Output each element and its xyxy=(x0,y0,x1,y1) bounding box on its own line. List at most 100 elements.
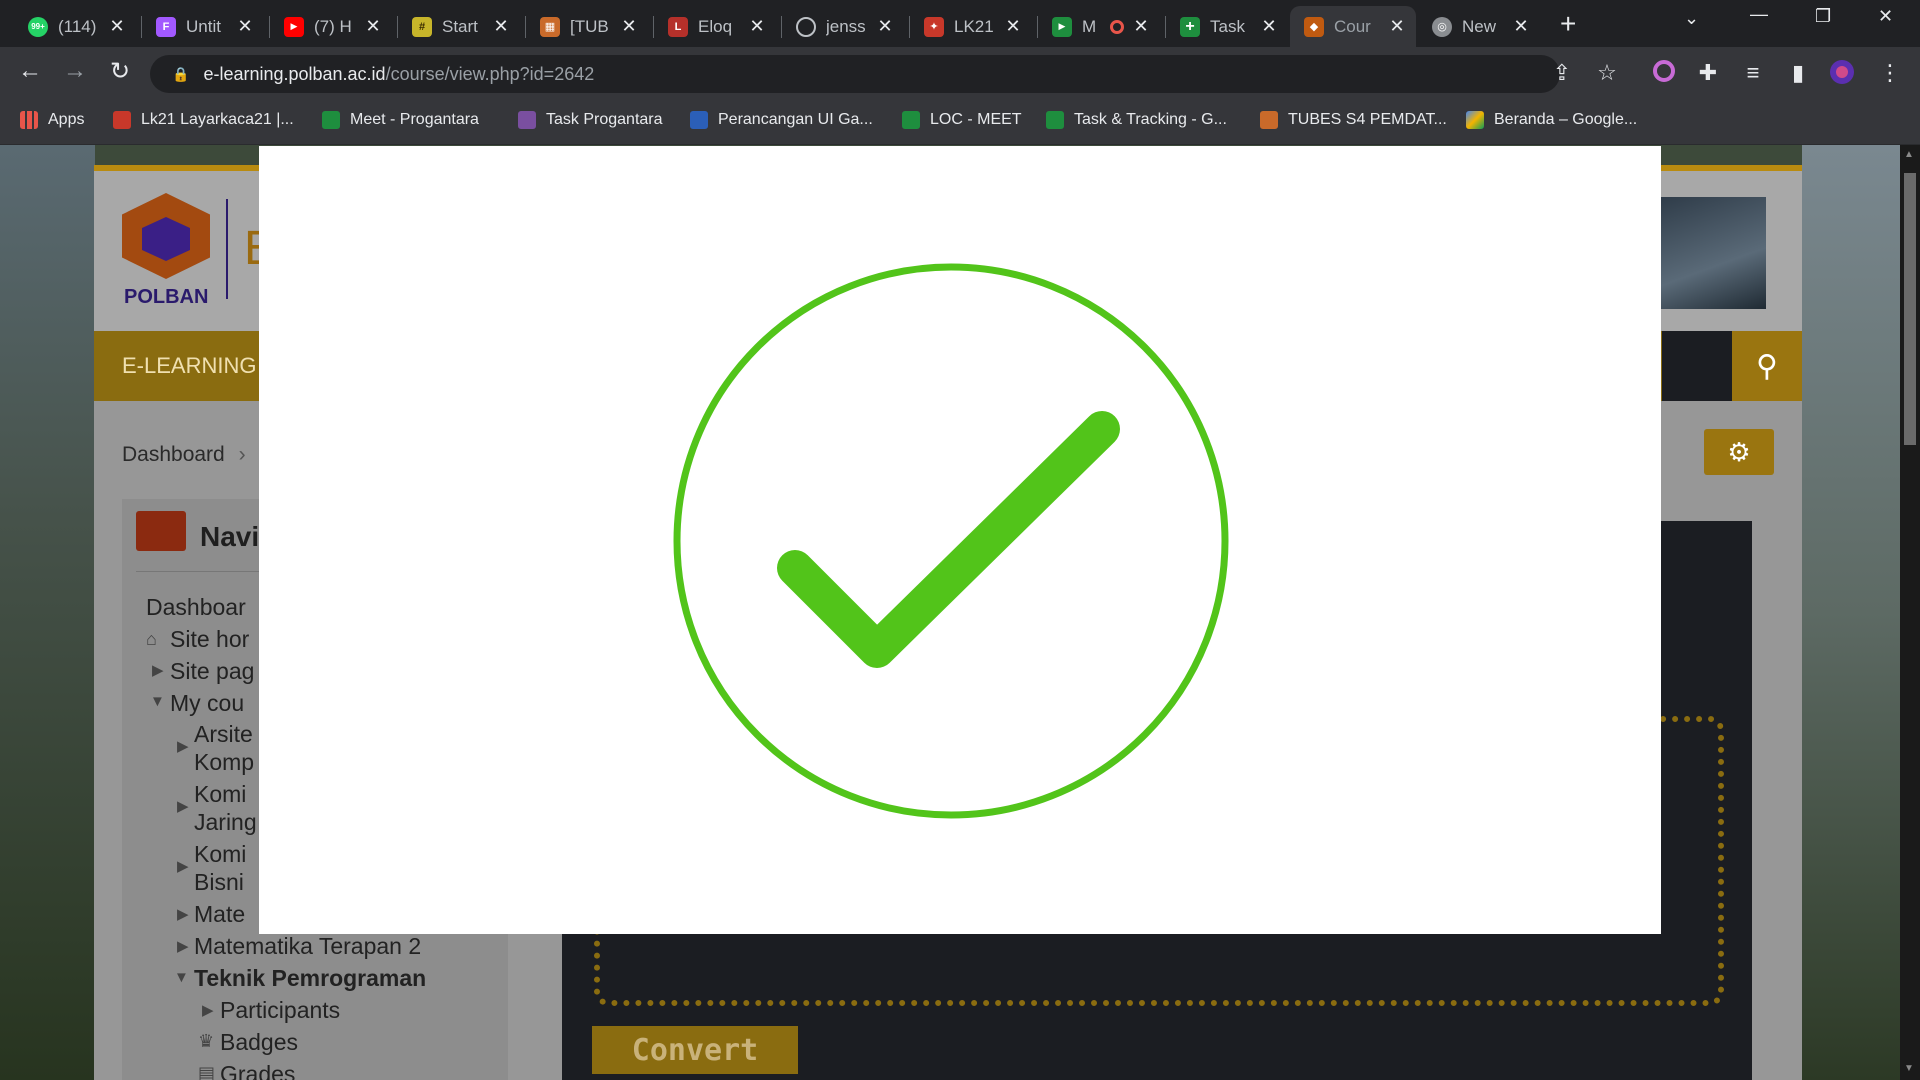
browser-tab[interactable]: ✦ LK21 ✕ xyxy=(910,6,1032,47)
bookmark-item[interactable]: Task & Tracking - G... xyxy=(1046,111,1227,129)
bookmark-item[interactable]: Task Progantara xyxy=(518,111,663,129)
minimize-button[interactable]: — xyxy=(1750,4,1768,25)
close-icon[interactable]: ✕ xyxy=(1132,16,1150,37)
bookmark-item[interactable]: Perancangan UI Ga... xyxy=(690,111,873,129)
caret-down-icon[interactable]: ▼ xyxy=(174,969,189,986)
close-icon[interactable]: ✕ xyxy=(1512,16,1530,37)
close-icon[interactable]: ✕ xyxy=(748,16,766,37)
bookmark-item[interactable]: TUBES S4 PEMDAT... xyxy=(1260,111,1447,129)
nav-item-participants[interactable]: Participants xyxy=(220,997,340,1024)
nav-item-grades[interactable]: Grades xyxy=(220,1061,295,1080)
background-photo xyxy=(1802,145,1900,1080)
nav-item-site-home[interactable]: Site hor xyxy=(170,626,249,653)
nav-item-dashboard[interactable]: Dashboar xyxy=(146,594,246,621)
browser-tab[interactable]: ◎ New ✕ xyxy=(1418,6,1540,47)
back-icon[interactable]: ← xyxy=(14,57,46,85)
success-check-icon xyxy=(673,263,1229,819)
close-icon[interactable]: ✕ xyxy=(1260,16,1278,37)
nav-item-course[interactable]: Arsite xyxy=(194,721,253,748)
profile-avatar[interactable] xyxy=(1828,59,1856,87)
gear-icon[interactable]: ⚙ xyxy=(1704,429,1774,475)
page-scrollbar[interactable]: ▲ ▼ xyxy=(1900,145,1920,1080)
polban-icon: ◆ xyxy=(1304,16,1324,37)
browser-tab[interactable]: F Untit ✕ xyxy=(142,6,264,47)
new-tab-button[interactable]: + xyxy=(1560,8,1576,40)
convert-button[interactable]: Convert xyxy=(592,1026,798,1074)
search-icon[interactable]: ⚲ xyxy=(1732,331,1802,401)
user-avatar[interactable] xyxy=(1654,197,1766,309)
nav-item-course[interactable]: Matematika Terapan 2 xyxy=(194,933,421,960)
bookmark-item[interactable]: Beranda – Google... xyxy=(1466,111,1637,129)
nav-item-course[interactable]: Komi xyxy=(194,841,246,868)
breadcrumb[interactable]: Dashboard › xyxy=(122,443,246,467)
nav-item-course[interactable]: Mate xyxy=(194,901,245,928)
recording-icon xyxy=(1110,19,1124,34)
tab-title: Eloq xyxy=(698,16,733,36)
extension-color-icon[interactable] xyxy=(1650,59,1678,87)
caret-right-icon[interactable]: ▶ xyxy=(177,857,189,875)
share-icon[interactable]: ⇪ xyxy=(1548,59,1576,87)
tab-search-icon[interactable]: ⌄ xyxy=(1684,8,1699,29)
scroll-thumb[interactable] xyxy=(1904,173,1916,445)
lk21-icon: ✦ xyxy=(924,16,944,37)
lock-icon[interactable]: 🔒 xyxy=(172,66,189,83)
caret-right-icon[interactable]: ▶ xyxy=(177,737,189,755)
url-path: /course/view.php?id=2642 xyxy=(385,63,595,84)
bookmark-item[interactable]: Meet - Progantara xyxy=(322,111,479,129)
close-icon[interactable]: ✕ xyxy=(108,16,126,37)
close-icon[interactable]: ✕ xyxy=(1388,16,1406,37)
menu-kebab-icon[interactable]: ⋮ xyxy=(1876,59,1904,87)
bookmark-item[interactable]: LOC - MEET xyxy=(902,111,1022,129)
address-bar[interactable]: 🔒 e-learning.polban.ac.id/course/view.ph… xyxy=(150,55,1560,93)
browser-tab[interactable]: ▶ M ✕ xyxy=(1038,6,1160,47)
breadcrumb-item[interactable]: Dashboard xyxy=(122,443,225,466)
browser-tab[interactable]: jenss ✕ xyxy=(782,6,904,47)
caret-right-icon[interactable]: ▶ xyxy=(177,797,189,815)
nav-item-current-course[interactable]: Teknik Pemrograman xyxy=(194,965,426,992)
browser-tab[interactable]: ▦ [TUB ✕ xyxy=(526,6,648,47)
tab-title: Cour xyxy=(1334,16,1371,36)
nav-item-badges[interactable]: Badges xyxy=(220,1029,298,1056)
scroll-down-icon[interactable]: ▼ xyxy=(1904,1063,1914,1074)
browser-tab[interactable]: # Start ✕ xyxy=(398,6,520,47)
caret-right-icon[interactable]: ▶ xyxy=(177,905,189,923)
extensions-puzzle-icon[interactable]: ✚ xyxy=(1694,59,1722,87)
browser-tab[interactable]: 99+ (114) ✕ xyxy=(14,6,136,47)
nav-item-course[interactable]: Bisni xyxy=(194,869,244,896)
scroll-up-icon[interactable]: ▲ xyxy=(1904,149,1914,160)
close-icon[interactable]: ✕ xyxy=(364,16,382,37)
grades-icon: ▤ xyxy=(198,1063,216,1080)
nav-item-my-courses[interactable]: My cou xyxy=(170,690,244,717)
forward-icon[interactable]: → xyxy=(59,57,91,85)
nav-item-course[interactable]: Komp xyxy=(194,749,254,776)
close-icon[interactable]: ✕ xyxy=(876,16,894,37)
browser-tab[interactable]: L Eloq ✕ xyxy=(654,6,776,47)
url-host: e-learning.polban.ac.id xyxy=(203,63,386,84)
caret-down-icon[interactable]: ▼ xyxy=(150,693,165,710)
reading-list-icon[interactable]: ≡ xyxy=(1739,59,1767,87)
restore-button[interactable]: ❐ xyxy=(1815,6,1831,27)
nav-item-course[interactable]: Jaring xyxy=(194,809,257,836)
nav-item-site-pages[interactable]: Site pag xyxy=(170,658,254,685)
close-icon[interactable]: ✕ xyxy=(236,16,254,37)
nav-item-course[interactable]: Komi xyxy=(194,781,246,808)
caret-right-icon[interactable]: ▶ xyxy=(177,937,189,955)
browser-tab[interactable]: + Task ✕ xyxy=(1166,6,1288,47)
caret-right-icon[interactable]: ▶ xyxy=(152,661,164,679)
navbar-brand[interactable]: E-LEARNING xyxy=(122,353,256,379)
close-window-button[interactable]: ✕ xyxy=(1878,6,1893,27)
bookmark-label: LOC - MEET xyxy=(930,111,1022,128)
side-panel-icon[interactable]: ▮ xyxy=(1784,59,1812,87)
bookmark-item[interactable]: Lk21 Layarkaca21 |... xyxy=(113,111,294,129)
bookmark-star-icon[interactable]: ☆ xyxy=(1593,59,1621,87)
close-icon[interactable]: ✕ xyxy=(492,16,510,37)
browser-tab[interactable]: ▶ (7) H ✕ xyxy=(270,6,392,47)
navbar-search-field[interactable] xyxy=(1662,331,1732,401)
close-icon[interactable]: ✕ xyxy=(1004,16,1022,37)
bookmark-apps[interactable]: Apps xyxy=(20,111,84,129)
tab-title: Start xyxy=(442,16,478,36)
browser-tab-active[interactable]: ◆ Cour ✕ xyxy=(1290,6,1416,47)
close-icon[interactable]: ✕ xyxy=(620,16,638,37)
reload-icon[interactable]: ↻ xyxy=(104,57,136,86)
caret-right-icon[interactable]: ▶ xyxy=(202,1001,214,1019)
